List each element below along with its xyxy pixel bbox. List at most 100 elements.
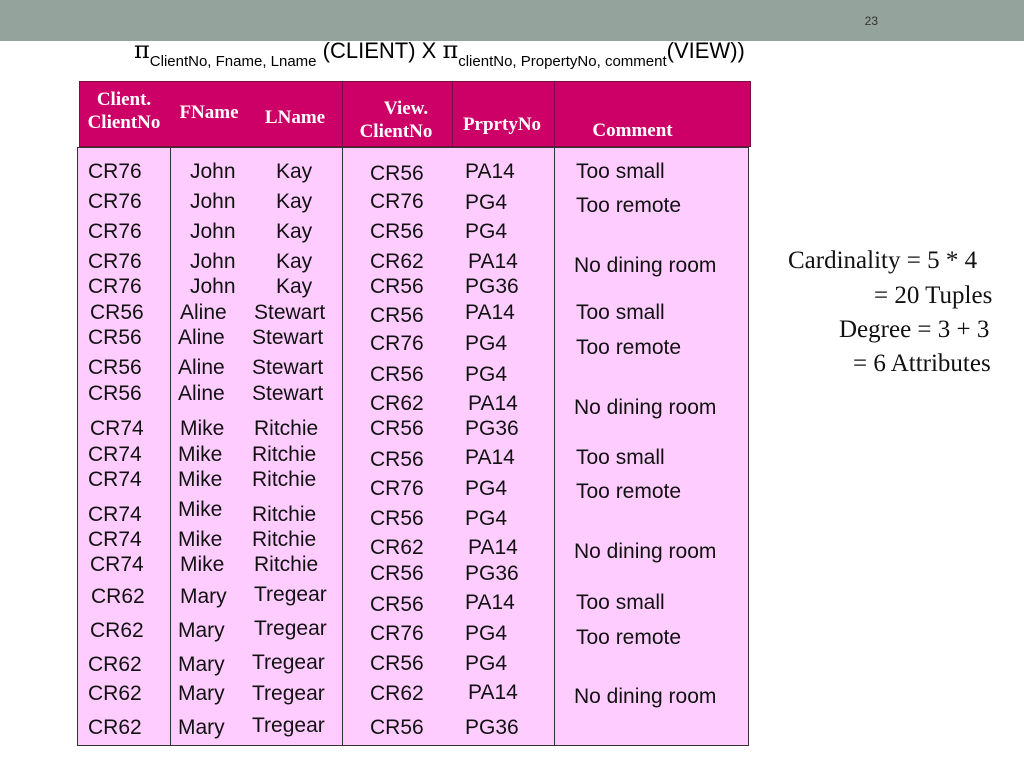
client-clientno-cell: CR62 (91, 585, 145, 608)
prprtyno-cell: PA14 (465, 591, 515, 614)
client-clientno-cell: CR74 (88, 503, 142, 526)
client-clientno-cell: CR56 (88, 356, 142, 379)
column-divider (554, 148, 555, 745)
view-clientno-cell: CR56 (370, 652, 424, 675)
lname-cell: Tregear (254, 583, 327, 606)
lname-cell: Stewart (252, 356, 324, 379)
lname-cell: Kay (276, 220, 313, 243)
fname-cell: Mike (178, 528, 223, 551)
header-view-clientno: View. ClientNo (350, 97, 442, 143)
fname-cell: Mike (178, 468, 223, 491)
client-clientno-cell: CR76 (88, 160, 142, 183)
client-clientno-cell: CR74 (88, 528, 142, 551)
comment-cell: Too remote (576, 336, 682, 359)
fname-cell: Mary (178, 682, 225, 705)
cardinality-text: Cardinality = 5 * 4 (788, 247, 978, 274)
view-clientno-cell: CR56 (370, 507, 424, 530)
client-clientno-cell: CR74 (90, 417, 144, 440)
view-clientno-cell: CR56 (370, 304, 424, 327)
fname-cell: Mary (178, 716, 225, 739)
projection-attributes-client: ClientNo, Fname, Lname (149, 53, 317, 70)
comment-cell: No dining room (574, 396, 717, 419)
view-clientno-cell: CR56 (370, 220, 424, 243)
view-clientno-cell: CR62 (370, 682, 424, 705)
prprtyno-cell: PG4 (465, 332, 508, 355)
attributes-text: = 6 Attributes (853, 350, 991, 377)
view-clientno-cell: CR62 (370, 250, 424, 273)
view-clientno-cell: CR76 (370, 332, 424, 355)
prprtyno-cell: PG4 (465, 507, 508, 530)
header-prprtyno: PrprtyNo (462, 114, 542, 135)
client-clientno-cell: CR76 (88, 220, 142, 243)
prprtyno-cell: PG36 (465, 275, 519, 298)
prprtyno-cell: PA14 (468, 536, 518, 559)
prprtyno-cell: PG4 (465, 363, 508, 386)
header-divider (452, 82, 453, 146)
prprtyno-cell: PA14 (468, 250, 518, 273)
prprtyno-cell: PA14 (468, 681, 518, 704)
header-fname: FName (179, 102, 239, 123)
client-clientno-cell: CR62 (90, 619, 144, 642)
header-client-clientno: Client. ClientNo (80, 88, 168, 134)
prprtyno-cell: PG4 (465, 477, 508, 500)
prprtyno-cell: PG4 (465, 191, 508, 214)
comment-cell: Too remote (576, 194, 682, 217)
prprtyno-cell: PA14 (465, 160, 515, 183)
comment-cell: No dining room (574, 540, 717, 563)
client-clientno-cell: CR74 (88, 443, 142, 466)
lname-cell: Kay (276, 275, 313, 298)
lname-cell: Ritchie (252, 528, 317, 551)
column-divider (342, 148, 343, 745)
comment-cell: No dining room (574, 254, 717, 277)
formula-middle: (CLIENT) X (316, 38, 443, 63)
comment-cell: Too remote (576, 480, 682, 503)
header-comment: Comment (592, 120, 673, 141)
view-clientno-cell: CR62 (370, 392, 424, 415)
fname-cell: Aline (178, 326, 225, 349)
prprtyno-cell: PG4 (465, 220, 508, 243)
formula-end: (VIEW)) (666, 38, 745, 63)
lname-cell: Ritchie (252, 468, 317, 491)
header-lname: LName (264, 107, 326, 128)
comment-cell: Too small (576, 591, 665, 614)
client-clientno-cell: CR62 (88, 682, 142, 705)
fname-cell: Mary (178, 653, 225, 676)
lname-cell: Kay (276, 160, 313, 183)
comment-cell: Too small (576, 301, 665, 324)
comment-cell: Too small (576, 446, 665, 469)
lname-cell: Tregear (252, 682, 325, 705)
view-clientno-cell: CR56 (370, 593, 424, 616)
fname-cell: Mary (178, 619, 225, 642)
client-clientno-cell: CR74 (90, 553, 144, 576)
header-divider (554, 82, 555, 146)
lname-cell: Stewart (254, 301, 326, 324)
comment-cell: No dining room (574, 685, 717, 708)
degree-text: Degree = 3 + 3 (839, 316, 990, 343)
client-clientno-cell: CR56 (88, 382, 142, 405)
pi-symbol: π (442, 36, 459, 64)
fname-cell: Aline (178, 356, 225, 379)
header-divider (342, 82, 343, 146)
lname-cell: Ritchie (254, 417, 319, 440)
fname-cell: John (190, 160, 236, 183)
view-clientno-cell: CR56 (370, 448, 424, 471)
fname-cell: Aline (180, 301, 227, 324)
header-view-line1: View. (383, 98, 429, 119)
view-clientno-cell: CR56 (370, 162, 424, 185)
view-clientno-cell: CR56 (370, 562, 424, 585)
header-client-line2: ClientNo (87, 112, 161, 133)
client-clientno-cell: CR56 (90, 301, 144, 324)
prprtyno-cell: PG4 (465, 622, 508, 645)
lname-cell: Ritchie (252, 503, 317, 526)
fname-cell: John (190, 220, 236, 243)
tuples-text: = 20 Tuples (874, 282, 993, 309)
prprtyno-cell: PA14 (465, 301, 515, 324)
client-clientno-cell: CR76 (88, 250, 142, 273)
fname-cell: Mary (180, 585, 227, 608)
fname-cell: John (190, 190, 236, 213)
header-view-line2: ClientNo (359, 121, 433, 142)
client-clientno-cell: CR76 (88, 275, 142, 298)
pi-symbol: π (134, 36, 150, 64)
lname-cell: Ritchie (254, 553, 319, 576)
lname-cell: Kay (276, 190, 313, 213)
